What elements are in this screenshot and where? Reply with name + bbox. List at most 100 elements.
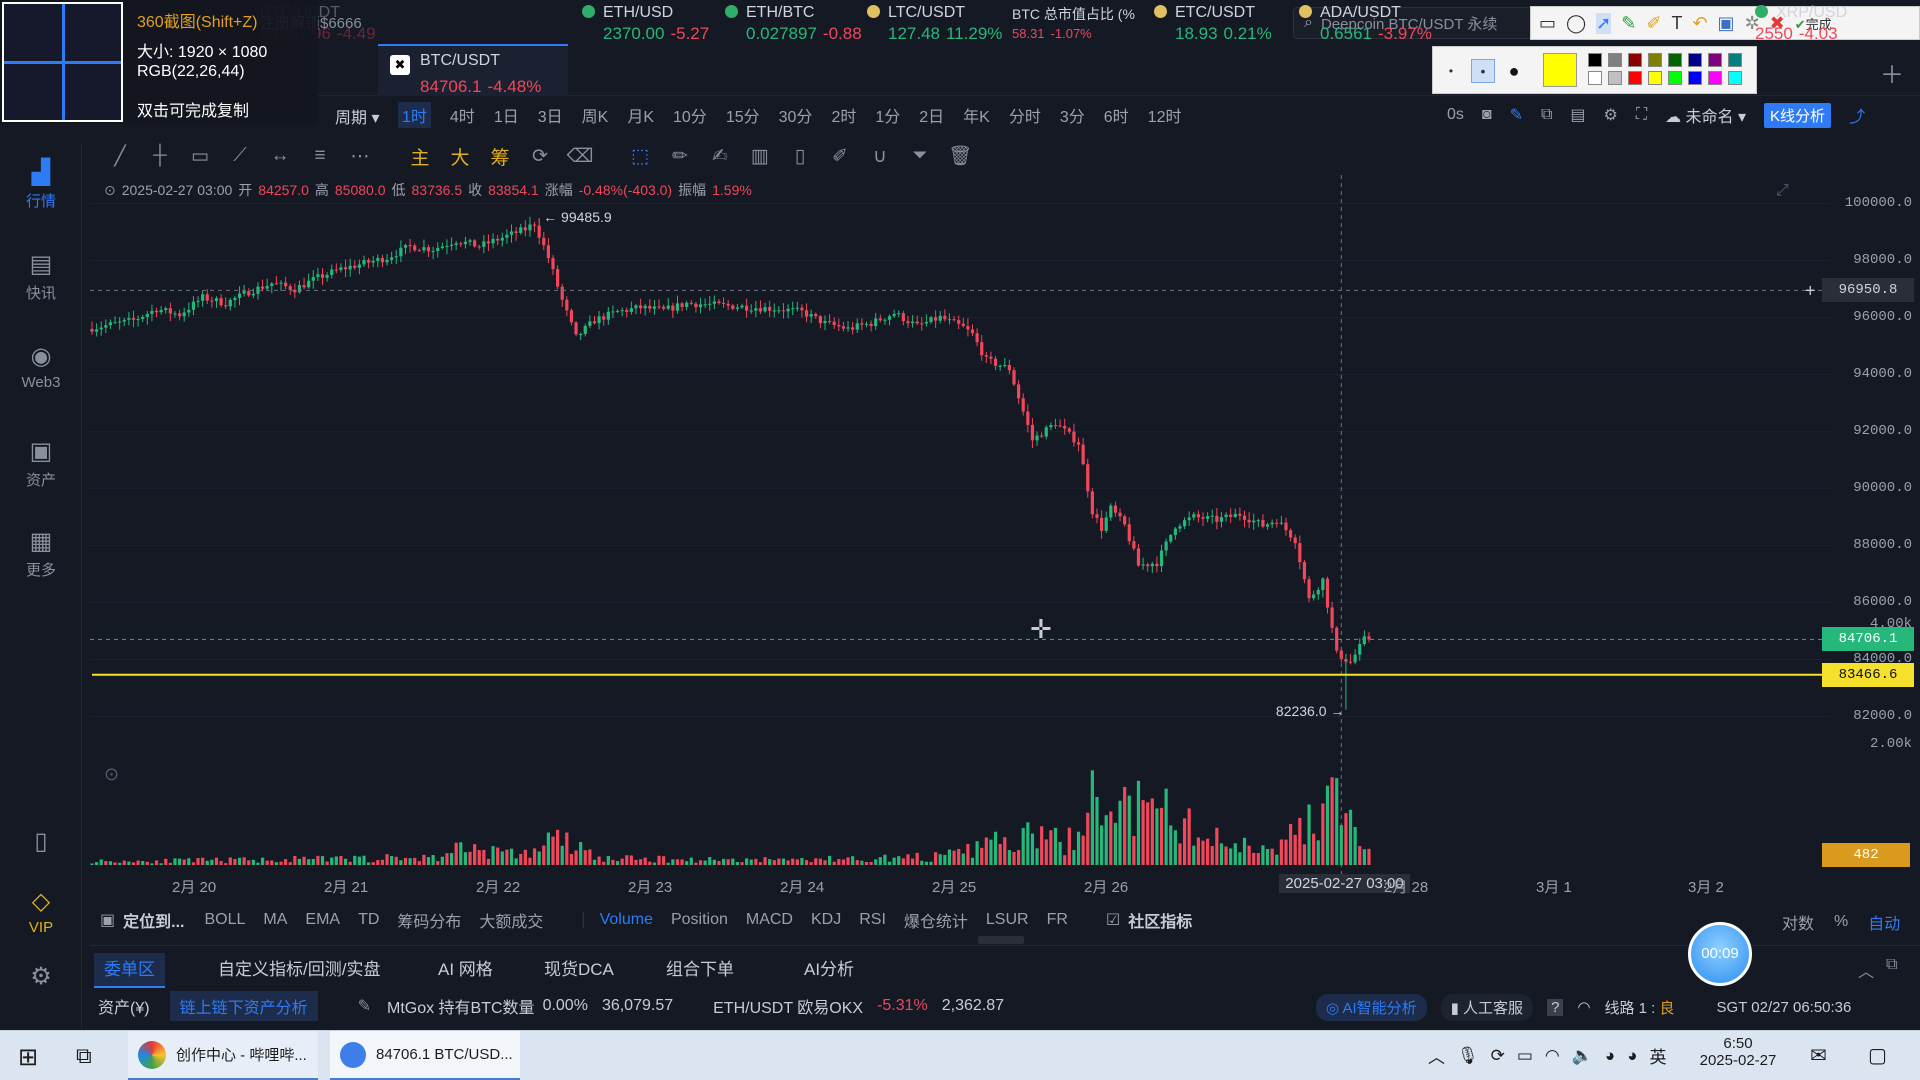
sub-indicator-3[interactable]: KDJ	[811, 911, 841, 929]
taskbar-app-bilibili[interactable]: 创作中心 - 哔哩哔...	[128, 1031, 318, 1080]
period-label[interactable]: 周期 ▾	[335, 104, 380, 128]
windows-start-icon[interactable]: ⊞	[18, 1043, 38, 1072]
period-4时[interactable]: 4时	[450, 103, 475, 127]
color-swatch[interactable]	[1588, 53, 1602, 67]
period-3分[interactable]: 3分	[1060, 103, 1085, 127]
ticker-4[interactable]: LTC/USDT 127.48 11.29%	[867, 4, 1007, 50]
color-swatch[interactable]	[1608, 53, 1622, 67]
tray-app-icon[interactable]: ⟳	[1491, 1046, 1505, 1066]
news2-text[interactable]: ETH/USDT 欧易OKX	[713, 994, 863, 1018]
battery-icon[interactable]: ▭	[1517, 1046, 1533, 1066]
ray-icon[interactable]: ⟋	[220, 145, 260, 167]
ticker-2[interactable]: ETH/USD 2370.00 -5.27	[582, 4, 717, 50]
sub-indicator-5[interactable]: 爆仓统计	[904, 908, 968, 932]
period-年K[interactable]: 年K	[963, 103, 990, 127]
filter-icon[interactable]: ⏷	[900, 145, 940, 167]
rail-item-5[interactable]: ▯	[0, 829, 82, 859]
color-swatch[interactable]	[1588, 71, 1602, 85]
rail-item-0[interactable]: ▟ 行情	[0, 160, 82, 211]
period-2日[interactable]: 2日	[919, 103, 944, 127]
sub-indicator-6[interactable]: LSUR	[986, 911, 1029, 929]
rail-item-1[interactable]: ▤ 快讯	[0, 252, 82, 303]
note-icon[interactable]: ✐	[820, 145, 860, 168]
bottom-tab-3[interactable]: 现货DCA	[544, 955, 614, 980]
axis-log-toggle[interactable]: 对数	[1782, 910, 1814, 934]
sub-indicator-2[interactable]: MACD	[746, 911, 793, 929]
size-medium-icon[interactable]: •	[1471, 59, 1495, 83]
color-swatch[interactable]	[1608, 71, 1622, 85]
brush-draw-icon[interactable]: ✍	[700, 145, 740, 168]
main-indicator-0[interactable]: BOLL	[204, 911, 245, 929]
brush-tool-icon[interactable]: ✎	[1621, 13, 1636, 34]
axis-percent-toggle[interactable]: %	[1834, 913, 1848, 931]
color-swatch[interactable]	[1688, 53, 1702, 67]
bottom-tab-0[interactable]: 委单区	[94, 953, 165, 988]
rail-item-3[interactable]: ▣ 资产	[0, 439, 82, 490]
refresh-icon[interactable]: ⟳	[520, 145, 560, 168]
trendline-icon[interactable]: ╱	[100, 145, 140, 168]
time-axis[interactable]: 2月 20 2月 21 2月 22 2月 23 2月 24 2月 25 2月 26 2025-…	[90, 873, 1830, 897]
save-icon[interactable]: ▣	[1718, 13, 1735, 34]
kline-analysis-button[interactable]: K线分析	[1764, 102, 1832, 128]
eraser-icon[interactable]: ⌫	[560, 145, 600, 168]
main-indicator-1[interactable]: MA	[263, 911, 287, 929]
price-chart[interactable]: ← 99485.9 82236.0 → +	[90, 175, 1830, 880]
color-swatch[interactable]	[1648, 71, 1662, 85]
main-indicator-2[interactable]: EMA	[305, 911, 340, 929]
ticker-6[interactable]: ETC/USDT 18.93 0.21%	[1154, 4, 1289, 50]
period-2时[interactable]: 2时	[831, 103, 856, 127]
main-indicator-3[interactable]: TD	[358, 911, 379, 929]
ticker-8[interactable]: XRP/USD 2550 -4.03	[1755, 4, 1895, 50]
locate-icon[interactable]: ▣	[100, 910, 115, 930]
community-indicators-button[interactable]: 社区指标	[1128, 908, 1192, 932]
ai-analysis-button[interactable]: ◎ AI智能分析	[1316, 993, 1427, 1021]
ticker-5[interactable]: BTC 总市值占比 (% 58.31 -1.07%	[1012, 4, 1147, 50]
period-周K[interactable]: 周K	[582, 103, 609, 127]
taskbar-app-trading[interactable]: 84706.1 BTC/USD...	[330, 1031, 520, 1080]
action-center-icon[interactable]: ▢	[1868, 1043, 1887, 1068]
period-10分[interactable]: 10分	[673, 103, 707, 127]
network-icon[interactable]: ◠	[1545, 1046, 1560, 1066]
undo-icon[interactable]: ↶	[1692, 13, 1707, 34]
timer-label[interactable]: 0s	[1447, 106, 1464, 124]
main-indicator-4[interactable]: 筹码分布	[397, 908, 461, 932]
fullscreen-icon[interactable]: ⛶	[1636, 106, 1647, 124]
color-swatch[interactable]	[1648, 53, 1662, 67]
rail-item-2[interactable]: ◉ Web3	[0, 344, 82, 392]
popout-panel-icon[interactable]: ⧉	[1886, 956, 1897, 974]
size-small-icon[interactable]: •	[1441, 61, 1461, 81]
bottom-tab-4[interactable]: 组合下单	[666, 955, 734, 980]
period-月K[interactable]: 月K	[627, 103, 654, 127]
popout-icon[interactable]: ⧉	[1541, 106, 1552, 124]
line-status[interactable]: 线路 1 : 良	[1605, 997, 1675, 1018]
volume-icon[interactable]: 🔈	[1572, 1046, 1593, 1066]
rect-tool-icon[interactable]: ▭	[1539, 13, 1556, 34]
ellipse-tool-icon[interactable]: ◯	[1566, 13, 1586, 34]
notification-icon[interactable]: ✉	[1810, 1043, 1827, 1068]
color-swatch[interactable]	[1728, 71, 1742, 85]
ruler-icon[interactable]: ✏	[660, 145, 700, 168]
qq-icon[interactable]: ◕	[1605, 1046, 1615, 1066]
ticker-3[interactable]: ETH/BTC 0.027897 -0.88	[725, 4, 862, 50]
sub-indicator-4[interactable]: RSI	[859, 911, 886, 929]
ime-indicator[interactable]: 英	[1649, 1043, 1666, 1068]
color-swatch[interactable]	[1628, 53, 1642, 67]
period-30分[interactable]: 30分	[779, 103, 813, 127]
collapse-panel-icon[interactable]: ︿	[1858, 958, 1874, 982]
sub-indicator-1[interactable]: Position	[671, 911, 728, 929]
pen-icon[interactable]: ✎	[1510, 105, 1523, 125]
expand-chart-icon[interactable]: ⤢	[1776, 182, 1789, 200]
hline-tool-icon[interactable]: ┼	[140, 145, 180, 167]
text-tool-icon[interactable]: T	[1671, 13, 1682, 34]
magnet-icon[interactable]: ∪	[860, 145, 900, 168]
color-swatch[interactable]	[1708, 71, 1722, 85]
clipboard-icon[interactable]: ▯	[780, 145, 820, 168]
color-swatch[interactable]	[1668, 71, 1682, 85]
period-1日[interactable]: 1日	[494, 103, 519, 127]
big-trade-toggle[interactable]: 大	[440, 143, 480, 170]
candles-icon[interactable]: ▥	[740, 145, 780, 168]
rect-draw-icon[interactable]: ▭	[180, 145, 220, 168]
more-tools-icon[interactable]: ⋯	[340, 145, 380, 168]
edit-icon[interactable]: ✎	[358, 996, 371, 1016]
share-icon[interactable]: ⤴	[1849, 103, 1865, 127]
